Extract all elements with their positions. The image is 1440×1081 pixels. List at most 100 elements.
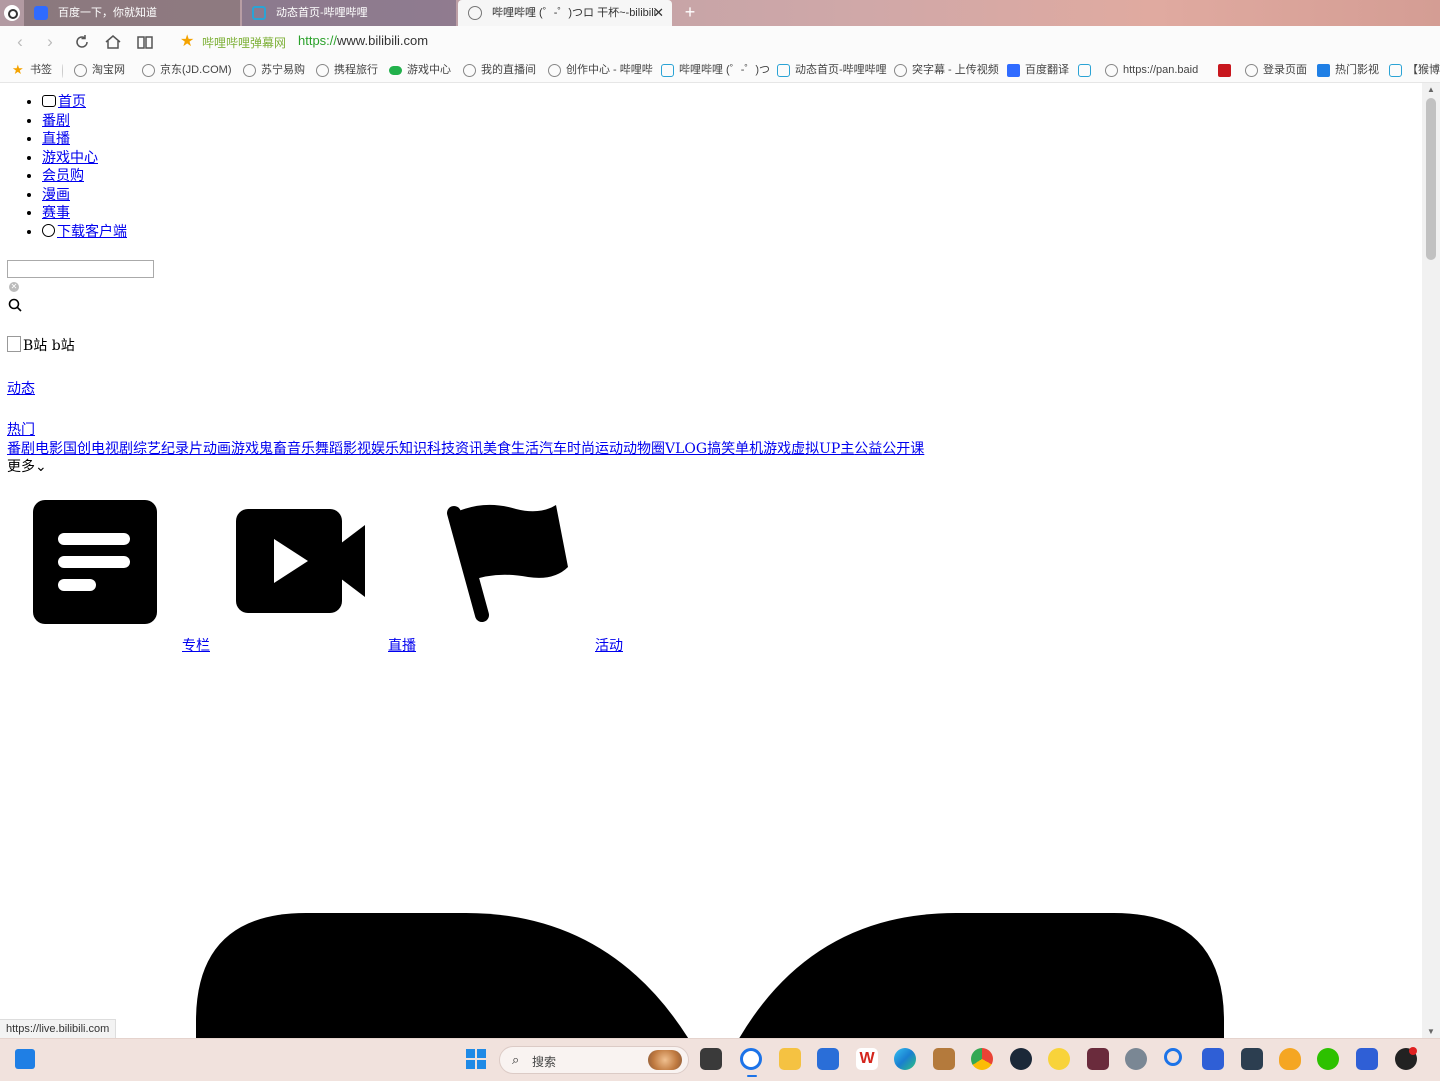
nav-link-game-center[interactable]: 游戏中心: [42, 150, 98, 166]
category-link[interactable]: VLOG: [665, 441, 707, 457]
category-link[interactable]: 鬼畜: [259, 441, 287, 457]
browser-icon[interactable]: [740, 1048, 762, 1070]
feature-link-article[interactable]: 专栏: [182, 635, 210, 655]
feature-link-activity[interactable]: 活动: [595, 635, 623, 655]
bookmark-item[interactable]: 登录页面: [1245, 62, 1307, 78]
article-icon[interactable]: [32, 499, 158, 625]
flag-icon[interactable]: [444, 503, 572, 625]
nav-link-download[interactable]: 下载客户端: [57, 224, 127, 240]
wps-icon[interactable]: W: [856, 1048, 878, 1070]
category-link[interactable]: 国创: [63, 441, 91, 457]
bookmark-item[interactable]: 淘宝网: [74, 62, 125, 78]
store-icon[interactable]: [817, 1048, 839, 1070]
category-link[interactable]: 运动: [595, 441, 623, 457]
shield-app-icon[interactable]: [1356, 1048, 1378, 1070]
category-link[interactable]: 汽车: [539, 441, 567, 457]
category-link[interactable]: 单机游戏: [735, 441, 791, 457]
folder-icon[interactable]: [779, 1048, 801, 1070]
tab-bilibili-home[interactable]: 哔哩哔哩 (゜-゜)つロ 干杯~-bilibili ✕: [458, 0, 672, 26]
package-icon[interactable]: [933, 1048, 955, 1070]
widgets-icon[interactable]: [15, 1049, 35, 1069]
bookmark-item[interactable]: https://pan.baid: [1105, 62, 1198, 78]
category-link[interactable]: 知识: [399, 441, 427, 457]
shield-icon[interactable]: [1202, 1048, 1224, 1070]
category-link[interactable]: 科技: [427, 441, 455, 457]
category-link[interactable]: 番剧: [7, 441, 35, 457]
close-tab-icon[interactable]: ✕: [653, 0, 664, 26]
scrollbar-thumb[interactable]: [1426, 98, 1436, 260]
bookmark-item[interactable]: 携程旅行: [316, 62, 378, 78]
bookmark-item[interactable]: 创作中心 - 哔哩哔: [548, 62, 653, 78]
nav-link-anime[interactable]: 番剧: [42, 113, 70, 129]
feature-link-live[interactable]: 直播: [388, 635, 416, 655]
scroll-up-icon[interactable]: ▲: [1427, 85, 1435, 94]
steam-icon[interactable]: [1010, 1048, 1032, 1070]
wechat-icon[interactable]: [1317, 1048, 1339, 1070]
category-link[interactable]: 公开课: [882, 441, 924, 457]
home-icon[interactable]: [104, 33, 122, 51]
forward-button[interactable]: ›: [40, 32, 60, 52]
category-link[interactable]: 电影: [35, 441, 63, 457]
back-button[interactable]: ‹: [10, 32, 30, 52]
bookmark-item[interactable]: 百度翻译: [1007, 62, 1069, 78]
bookmark-item[interactable]: 游戏中心: [389, 62, 451, 78]
category-link[interactable]: 公益: [854, 441, 882, 457]
category-link[interactable]: 虚拟UP主: [791, 441, 854, 457]
category-link[interactable]: 动画: [203, 441, 231, 457]
category-link[interactable]: 综艺: [133, 441, 161, 457]
bookmark-item[interactable]: 动态首页-哔哩哔哩: [777, 62, 887, 78]
category-link[interactable]: 游戏: [231, 441, 259, 457]
search-app-icon[interactable]: [1164, 1048, 1182, 1066]
nav-link-live[interactable]: 直播: [42, 131, 70, 147]
category-link[interactable]: 音乐: [287, 441, 315, 457]
category-link[interactable]: 搞笑: [707, 441, 735, 457]
more-button[interactable]: 更多⌄: [7, 456, 47, 476]
scroll-down-icon[interactable]: ▼: [1427, 1027, 1435, 1036]
tab-bilibili-dynamic[interactable]: 动态首页-哔哩哔哩: [242, 0, 456, 26]
start-button[interactable]: [466, 1049, 486, 1069]
nav-link-mall[interactable]: 会员购: [42, 168, 84, 184]
category-link[interactable]: 电视剧: [91, 441, 133, 457]
category-link[interactable]: 美食: [483, 441, 511, 457]
dynamic-link[interactable]: 动态: [7, 378, 35, 398]
bookmark-item[interactable]: ★ 书签: [12, 62, 52, 78]
bookmark-item[interactable]: 我的直播间: [463, 62, 536, 78]
bookmark-item[interactable]: 京东(JD.COM): [142, 62, 232, 78]
clear-search-icon[interactable]: ✕: [9, 282, 19, 292]
favorite-star-icon[interactable]: ★: [180, 31, 194, 51]
bookmark-item[interactable]: 热门影视: [1317, 62, 1379, 78]
category-link[interactable]: 动物圈: [623, 441, 665, 457]
photo-app-icon[interactable]: [1241, 1048, 1263, 1070]
category-link[interactable]: 舞蹈: [315, 441, 343, 457]
fire-icon[interactable]: [1279, 1048, 1301, 1070]
category-link[interactable]: 时尚: [567, 441, 595, 457]
edge-icon[interactable]: [894, 1048, 916, 1070]
refresh-icon[interactable]: [73, 33, 91, 51]
category-link[interactable]: 影视: [343, 441, 371, 457]
live-video-icon[interactable]: [236, 507, 366, 615]
browser-logo-icon[interactable]: [4, 5, 20, 21]
bookmark-item[interactable]: 哔哩哔哩 (゜-゜)つ: [661, 62, 770, 78]
category-link[interactable]: 资讯: [455, 441, 483, 457]
file-manager-icon[interactable]: [700, 1048, 722, 1070]
page-scrollbar[interactable]: ▲ ▼: [1422, 83, 1440, 1038]
category-link[interactable]: 生活: [511, 441, 539, 457]
music-icon[interactable]: [1048, 1048, 1070, 1070]
bilibili-logo[interactable]: B站 b站: [7, 335, 75, 355]
search-input[interactable]: [7, 260, 154, 278]
settings-icon[interactable]: [1125, 1048, 1147, 1070]
nav-link-manga[interactable]: 漫画: [42, 187, 70, 203]
new-tab-button[interactable]: +: [680, 2, 700, 23]
hot-link[interactable]: 热门: [7, 419, 35, 439]
category-link[interactable]: 娱乐: [371, 441, 399, 457]
search-icon[interactable]: [8, 298, 22, 312]
bookmark-item[interactable]: 苏宁易购: [243, 62, 305, 78]
category-link[interactable]: 纪录片: [161, 441, 203, 457]
bookmark-item[interactable]: 突字幕 - 上传视频: [894, 62, 999, 78]
nav-link-home[interactable]: 首页: [58, 94, 86, 110]
reading-mode-icon[interactable]: [136, 33, 154, 51]
url-field[interactable]: https://www.bilibili.com: [298, 33, 428, 48]
tab-baidu[interactable]: 百度一下，你就知道: [24, 0, 240, 26]
bookmark-item[interactable]: 【猴博: [1389, 62, 1440, 78]
taskbar-search[interactable]: ⌕ 搜索: [499, 1046, 689, 1074]
